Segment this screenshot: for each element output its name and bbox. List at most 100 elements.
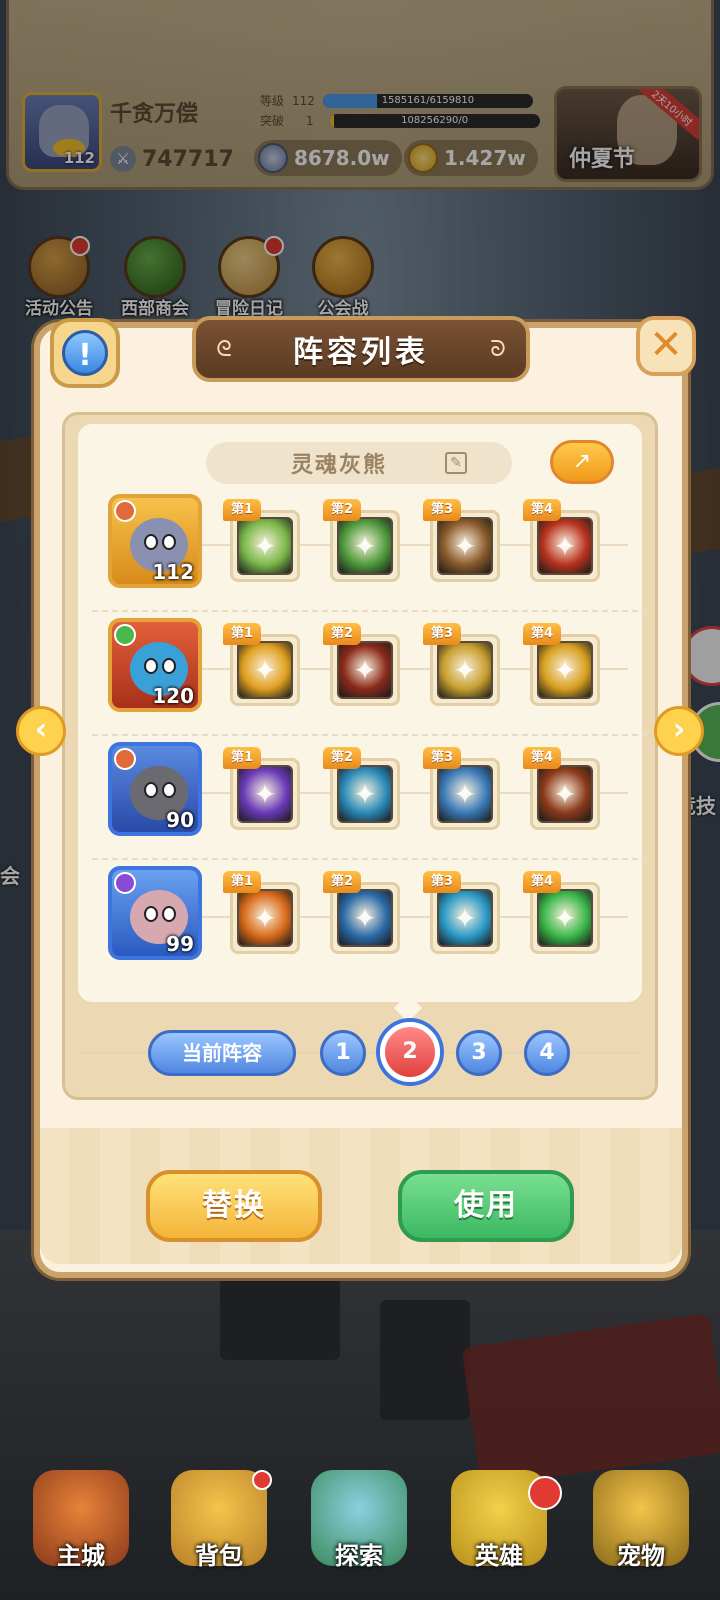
bottom-navigation: 主城 背包 探索 英雄 宠物 bbox=[0, 1470, 720, 1600]
close-button[interactable]: ✕ bbox=[636, 316, 696, 376]
info-icon: ! bbox=[62, 330, 108, 376]
hero-row: 112 ✦ 第1 ✦ 第2 ✦ 第3 ✦ 第4 bbox=[92, 494, 648, 612]
skill-slot[interactable]: ✦ 第4 bbox=[523, 499, 600, 582]
dialog-title-banner: ᘓ 阵容列表 ᘐ bbox=[192, 316, 530, 382]
skill-slot[interactable]: ✦ 第3 bbox=[423, 623, 500, 706]
skill-order-badge: 第3 bbox=[423, 747, 462, 769]
skill-order-badge: 第1 bbox=[223, 747, 262, 769]
hero-eye bbox=[144, 534, 158, 550]
nav-label: 背包 bbox=[195, 1542, 243, 1570]
nav-label: 主城 bbox=[57, 1542, 105, 1570]
skill-slot[interactable]: ✦ 第4 bbox=[523, 747, 600, 830]
replace-button[interactable]: 替换 bbox=[146, 1170, 322, 1242]
hero-eye bbox=[144, 782, 158, 798]
skill-order-badge: 第2 bbox=[323, 747, 362, 769]
skill-order-badge: 第2 bbox=[323, 623, 362, 645]
skill-slot[interactable]: ✦ 第2 bbox=[323, 747, 400, 830]
hero-eye bbox=[162, 782, 176, 798]
row-separator bbox=[92, 734, 648, 736]
dialog-footer bbox=[40, 1128, 682, 1264]
skill-order-badge: 第3 bbox=[423, 499, 462, 521]
notification-dot bbox=[252, 1470, 272, 1490]
hero-level: 99 bbox=[166, 932, 194, 956]
skill-slot[interactable]: ✦ 第4 bbox=[523, 623, 600, 706]
rage-face-icon: ✦ bbox=[537, 517, 593, 575]
hero-portrait[interactable]: 112 bbox=[108, 494, 202, 588]
dialog-title: 阵容列表 bbox=[293, 335, 429, 370]
nav-explore[interactable]: 探索 bbox=[294, 1470, 424, 1600]
skill-slot[interactable]: ✦ 第1 bbox=[223, 623, 300, 706]
skill-slot[interactable]: ✦ 第2 bbox=[323, 499, 400, 582]
nav-label: 宠物 bbox=[617, 1542, 665, 1570]
fist-strike-icon: ✦ bbox=[437, 641, 493, 699]
shirt-notification-icon bbox=[528, 1476, 562, 1510]
hero-eye bbox=[162, 534, 176, 550]
nav-pets[interactable]: 宠物 bbox=[576, 1470, 706, 1600]
hero-portrait[interactable]: 99 bbox=[108, 866, 202, 960]
nav-label: 英雄 bbox=[475, 1542, 523, 1570]
skill-order-badge: 第3 bbox=[423, 623, 462, 645]
trident-icon: ✦ bbox=[437, 889, 493, 947]
shield-slam-icon: ✦ bbox=[437, 517, 493, 575]
row-separator bbox=[92, 610, 648, 612]
healing-cloud-icon: ✦ bbox=[537, 889, 593, 947]
nav-main-city[interactable]: 主城 bbox=[16, 1470, 146, 1600]
skill-slot[interactable]: ✦ 第2 bbox=[323, 871, 400, 954]
hero-portrait[interactable]: 90 bbox=[108, 742, 202, 836]
close-icon: ✕ bbox=[649, 322, 683, 368]
lineup-tabs: 当前阵容 1 2 3 4 bbox=[148, 1022, 578, 1082]
row-separator bbox=[92, 858, 648, 860]
star-shield-icon: ✦ bbox=[337, 517, 393, 575]
lineup-tab-3[interactable]: 3 bbox=[456, 1030, 502, 1076]
prev-arrow-button[interactable]: ‹ bbox=[16, 706, 66, 756]
element-icon bbox=[114, 624, 136, 646]
lineup-tab-4[interactable]: 4 bbox=[524, 1030, 570, 1076]
hero-level: 90 bbox=[166, 808, 194, 832]
lineup-tab-2[interactable]: 2 bbox=[380, 1022, 440, 1082]
share-button[interactable]: ↗ bbox=[550, 440, 614, 484]
use-button[interactable]: 使用 bbox=[398, 1170, 574, 1242]
skill-slot[interactable]: ✦ 第3 bbox=[423, 871, 500, 954]
skill-slot[interactable]: ✦ 第1 bbox=[223, 747, 300, 830]
hero-portrait[interactable]: 120 bbox=[108, 618, 202, 712]
hero-eye bbox=[144, 906, 158, 922]
flame-dragon-icon: ✦ bbox=[537, 641, 593, 699]
edit-icon[interactable]: ✎ bbox=[445, 452, 467, 474]
info-button[interactable]: ! bbox=[50, 318, 120, 388]
skill-slot[interactable]: ✦ 第3 bbox=[423, 747, 500, 830]
hero-row: 90 ✦ 第1 ✦ 第2 ✦ 第3 ✦ 第4 bbox=[92, 742, 648, 860]
title-swirl-left-icon: ᘓ bbox=[216, 337, 232, 362]
element-icon bbox=[114, 500, 136, 522]
skill-slot[interactable]: ✦ 第4 bbox=[523, 871, 600, 954]
arcane-circle-icon: ✦ bbox=[237, 765, 293, 823]
hero-row: 99 ✦ 第1 ✦ 第2 ✦ 第3 ✦ 第4 bbox=[108, 866, 628, 966]
skill-order-badge: 第3 bbox=[423, 871, 462, 893]
skill-order-badge: 第2 bbox=[323, 499, 362, 521]
lineup-name: 灵魂灰熊 bbox=[290, 453, 387, 478]
skill-slot[interactable]: ✦ 第2 bbox=[323, 623, 400, 706]
skill-slot[interactable]: ✦ 第1 bbox=[223, 871, 300, 954]
bomb-icon: ✦ bbox=[537, 765, 593, 823]
skill-order-badge: 第1 bbox=[223, 623, 262, 645]
hero-row: 120 ✦ 第1 ✦ 第2 ✦ 第3 ✦ 第4 bbox=[92, 618, 648, 736]
hero-level: 112 bbox=[152, 560, 194, 584]
skill-order-badge: 第4 bbox=[523, 499, 562, 521]
skill-order-badge: 第4 bbox=[523, 623, 562, 645]
hero-level: 120 bbox=[152, 684, 194, 708]
tree-spirit-icon: ✦ bbox=[437, 765, 493, 823]
lineup-tab-1[interactable]: 1 bbox=[320, 1030, 366, 1076]
skill-order-badge: 第4 bbox=[523, 871, 562, 893]
next-arrow-button[interactable]: › bbox=[654, 706, 704, 756]
current-lineup-pill[interactable]: 当前阵容 bbox=[148, 1030, 296, 1076]
leaf-swirl-icon: ✦ bbox=[337, 765, 393, 823]
lineup-name-field[interactable]: 灵魂灰熊 ✎ bbox=[206, 442, 512, 484]
element-icon bbox=[114, 872, 136, 894]
skill-slot[interactable]: ✦ 第1 bbox=[223, 499, 300, 582]
nav-label: 探索 bbox=[335, 1542, 383, 1570]
chevron-right-icon: › bbox=[672, 712, 686, 747]
fire-serpent-icon: ✦ bbox=[237, 641, 293, 699]
skill-slot[interactable]: ✦ 第3 bbox=[423, 499, 500, 582]
hammer-sword-icon: ✦ bbox=[237, 517, 293, 575]
hero-eye bbox=[162, 658, 176, 674]
skill-order-badge: 第4 bbox=[523, 747, 562, 769]
